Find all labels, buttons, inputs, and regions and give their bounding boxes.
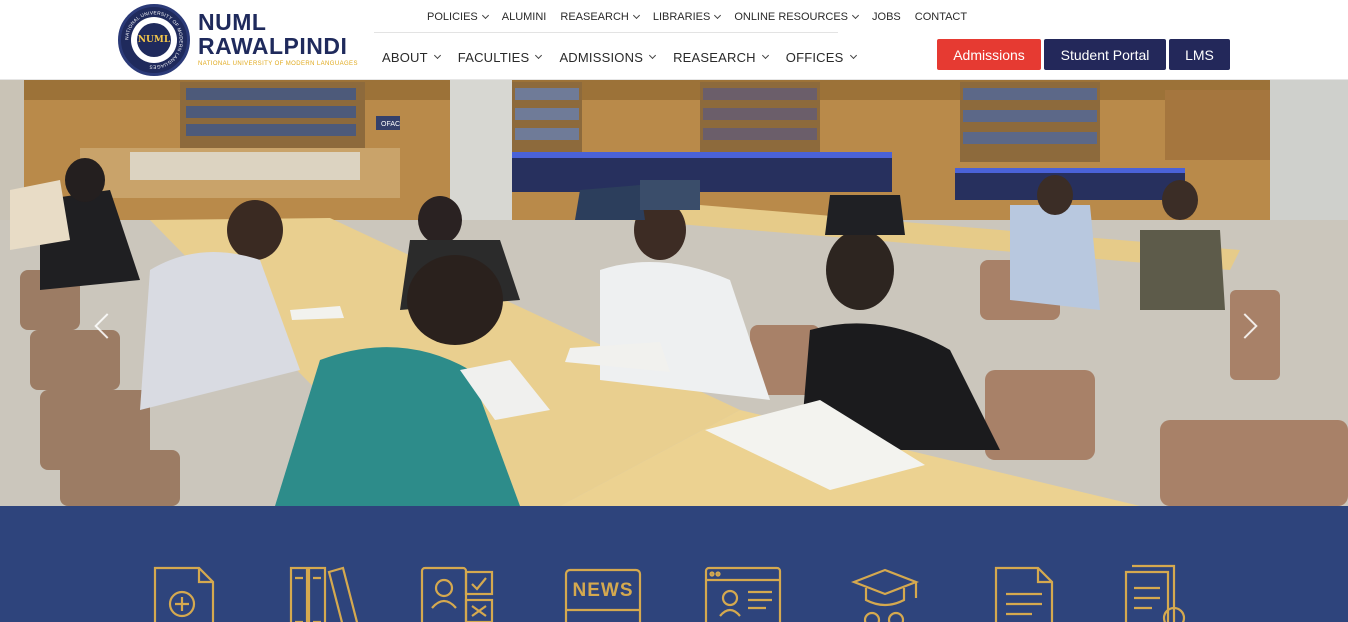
chevron-down-icon — [535, 51, 543, 60]
nav-divider — [374, 32, 838, 33]
svg-text:NATIONAL UNIVERSITY OF MODERN: NATIONAL UNIVERSITY OF MODERN LANGUAGES — [124, 10, 183, 69]
chevron-down-icon — [632, 11, 640, 20]
top-nav-alumini[interactable]: ALUMINI — [495, 11, 554, 23]
top-nav: POLICIES ALUMINI REASEARCH LIBRARIES ONL… — [420, 8, 974, 26]
main-nav-label: REASEARCH — [673, 49, 756, 65]
top-nav-research[interactable]: REASEARCH — [553, 11, 645, 23]
ofac-sign-text: OFAC — [381, 121, 400, 128]
library-photo: OFAC — [0, 80, 1348, 506]
top-nav-label: ALUMINI — [501, 11, 547, 23]
chevron-down-icon — [714, 11, 722, 20]
site-header: NATIONAL UNIVERSITY OF MODERN LANGUAGES … — [0, 0, 1348, 80]
top-nav-label: JOBS — [872, 11, 901, 23]
document-text-icon[interactable] — [982, 564, 1068, 622]
quick-links-band: NEWS — [0, 506, 1348, 622]
profile-check-icon[interactable] — [414, 564, 500, 622]
graduation-cap-icon[interactable] — [842, 564, 928, 622]
chevron-down-icon — [481, 11, 489, 20]
top-nav-label: POLICIES — [427, 11, 478, 23]
main-nav-label: FACULTIES — [457, 49, 530, 65]
document-add-icon[interactable] — [140, 564, 226, 622]
news-icon[interactable]: NEWS — [560, 564, 646, 622]
chevron-down-icon — [761, 51, 769, 60]
brand-wordmark[interactable]: NUML RAWALPINDI NATIONAL UNIVERSITY OF M… — [198, 10, 358, 67]
chevron-down-icon — [649, 51, 657, 60]
top-nav-label: ONLINE RESOURCES — [734, 11, 849, 23]
brand-tagline: NATIONAL UNIVERSITY OF MODERN LANGUAGES — [198, 61, 358, 67]
top-nav-label: LIBRARIES — [652, 11, 711, 23]
top-nav-label: REASEARCH — [560, 11, 629, 23]
lms-button[interactable]: LMS — [1169, 39, 1230, 70]
chevron-down-icon — [851, 11, 860, 20]
student-portal-button[interactable]: Student Portal — [1044, 39, 1166, 70]
main-nav-faculties[interactable]: FACULTIES — [450, 50, 552, 65]
news-icon-text: NEWS — [572, 580, 634, 601]
main-nav-about[interactable]: ABOUT — [374, 50, 450, 65]
books-icon[interactable] — [280, 564, 366, 622]
chevron-down-icon — [849, 51, 857, 60]
main-nav-label: OFFICES — [785, 49, 844, 65]
main-nav-admissions[interactable]: ADMISSIONS — [551, 50, 665, 65]
top-nav-jobs[interactable]: JOBS — [865, 11, 908, 23]
chevron-down-icon — [433, 51, 441, 60]
main-nav: ABOUT FACULTIES ADMISSIONS REASEARCH OFF… — [374, 46, 866, 68]
main-nav-research[interactable]: REASEARCH — [665, 50, 778, 65]
hero-carousel: OFAC — [0, 80, 1348, 506]
top-nav-libraries[interactable]: LIBRARIES — [646, 11, 727, 23]
brand-line-1: NUML — [198, 9, 267, 35]
top-nav-contact[interactable]: CONTACT — [908, 11, 974, 23]
main-nav-label: ADMISSIONS — [559, 49, 644, 65]
seal-ring: NATIONAL UNIVERSITY OF MODERN LANGUAGES — [124, 10, 183, 69]
top-nav-label: CONTACT — [914, 11, 968, 23]
top-nav-policies[interactable]: POLICIES — [420, 11, 495, 23]
university-seal-logo[interactable]: NATIONAL UNIVERSITY OF MODERN LANGUAGES … — [118, 4, 190, 76]
main-nav-label: ABOUT — [382, 49, 428, 65]
web-profile-icon[interactable] — [700, 564, 786, 622]
seal-ring-text: NATIONAL UNIVERSITY OF MODERN LANGUAGES — [124, 10, 183, 69]
admissions-button[interactable]: Admissions — [937, 39, 1041, 70]
brand-line-2: RAWALPINDI — [198, 33, 348, 59]
main-nav-offices[interactable]: OFFICES — [778, 50, 866, 65]
top-nav-online-resources[interactable]: ONLINE RESOURCES — [727, 11, 865, 23]
document-search-icon[interactable] — [1116, 564, 1202, 622]
